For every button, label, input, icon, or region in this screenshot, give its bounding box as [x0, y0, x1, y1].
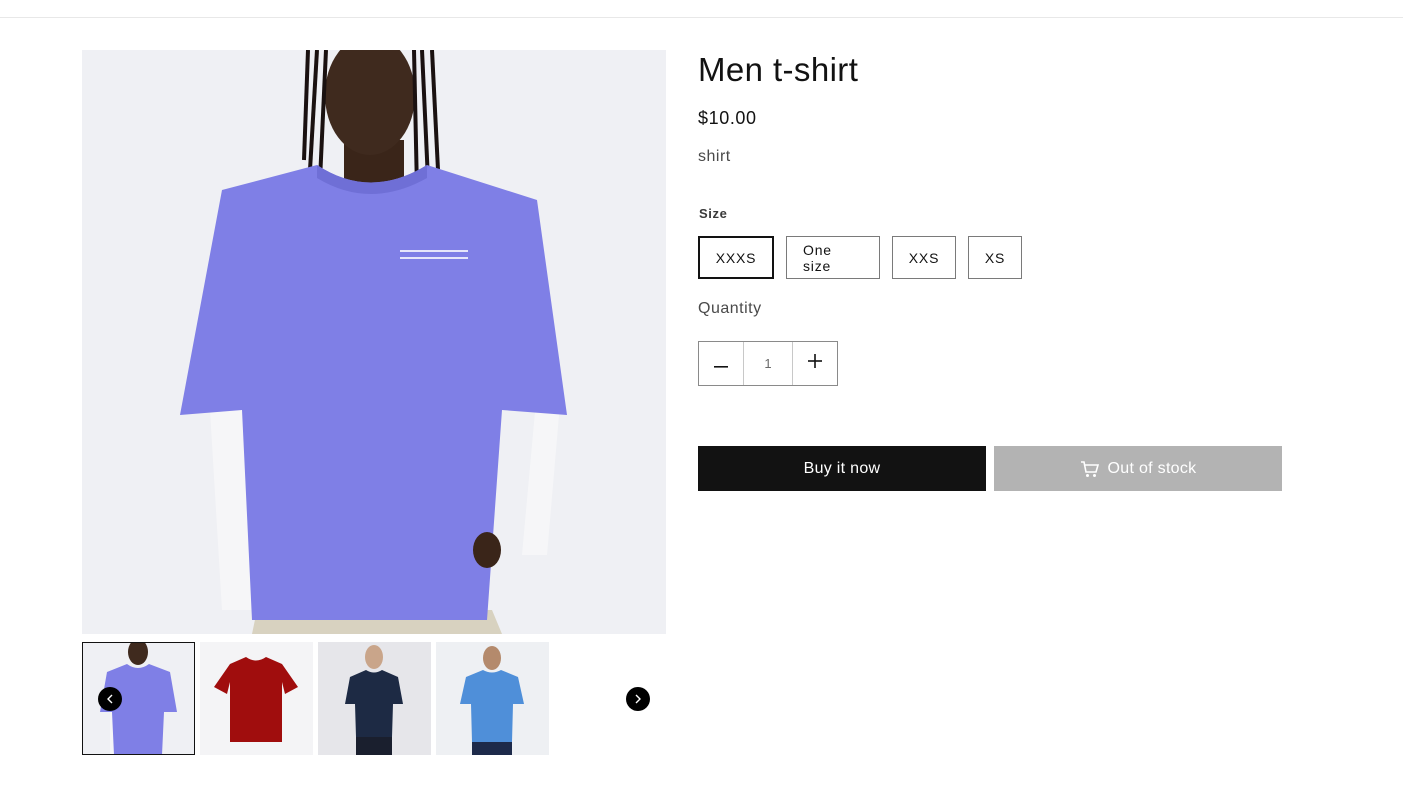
minus-icon — [714, 355, 728, 373]
cart-icon — [1080, 460, 1100, 478]
thumbnail-purple-shirt[interactable] — [82, 642, 195, 755]
chevron-right-icon — [634, 694, 642, 704]
thumbnail-red-shirt-image — [200, 642, 313, 755]
thumbnail-blue-shirt[interactable] — [436, 642, 549, 755]
model-purple-shirt-illustration — [82, 50, 666, 634]
header-divider — [0, 17, 1403, 18]
size-options: XXXS One size XXS XS — [698, 236, 1022, 279]
quantity-increase-button[interactable] — [793, 342, 837, 385]
thumbnail-slider — [82, 642, 666, 755]
buy-it-now-button[interactable]: Buy it now — [698, 446, 986, 491]
quantity-decrease-button[interactable] — [699, 342, 743, 385]
thumbnail-navy-shirt-image — [318, 642, 431, 755]
thumbnail-navy-shirt[interactable] — [318, 642, 431, 755]
product-main-image[interactable] — [82, 50, 666, 634]
product-info: Men t-shirt $10.00 shirt Size XXXS One s… — [698, 50, 1298, 491]
size-option-one-size[interactable]: One size — [786, 236, 880, 279]
thumbnail-blue-shirt-image — [436, 642, 549, 755]
slider-prev-button[interactable] — [98, 687, 122, 711]
chevron-left-icon — [106, 694, 114, 704]
size-option-xxs[interactable]: XXS — [892, 236, 956, 279]
quantity-label: Quantity — [698, 300, 762, 317]
size-option-xxxs[interactable]: XXXS — [698, 236, 774, 279]
quantity-input[interactable] — [743, 342, 793, 385]
size-label: Size — [699, 206, 728, 221]
product-description: shirt — [698, 148, 731, 165]
thumbnail-purple-shirt-image — [82, 642, 195, 755]
purchase-actions: Buy it now Out of stock — [698, 446, 1282, 491]
product-title: Men t-shirt — [698, 51, 859, 88]
plus-icon — [808, 354, 822, 373]
thumbnail-red-shirt[interactable] — [200, 642, 313, 755]
quantity-stepper — [698, 341, 838, 386]
out-of-stock-button[interactable]: Out of stock — [994, 446, 1282, 491]
slider-next-button[interactable] — [626, 687, 650, 711]
product-price: $10.00 — [698, 108, 757, 128]
size-option-xs[interactable]: XS — [968, 236, 1022, 279]
